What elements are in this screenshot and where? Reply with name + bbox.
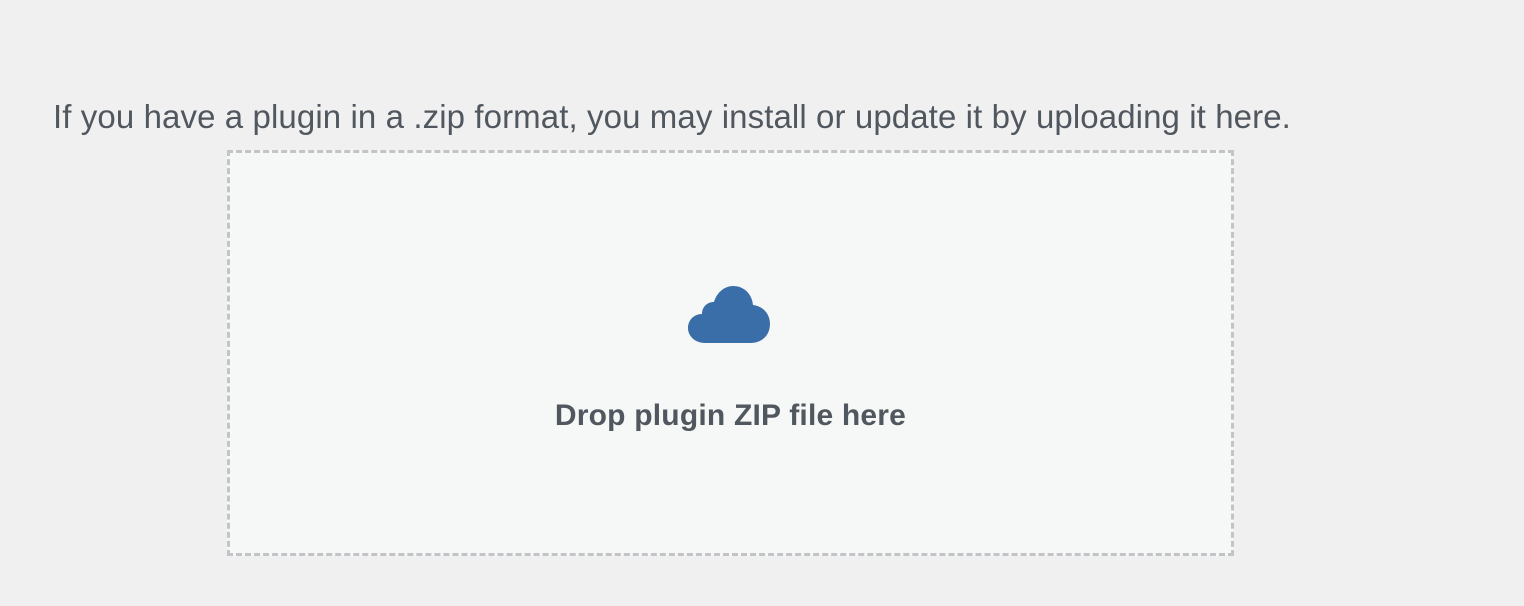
cloud-upload-icon bbox=[688, 286, 770, 343]
drop-zone-label: Drop plugin ZIP file here bbox=[554, 399, 907, 432]
upload-instructions: If you have a plugin in a .zip format, y… bbox=[53, 98, 1291, 135]
plugin-drop-zone[interactable]: Drop plugin ZIP file here bbox=[227, 150, 1234, 556]
